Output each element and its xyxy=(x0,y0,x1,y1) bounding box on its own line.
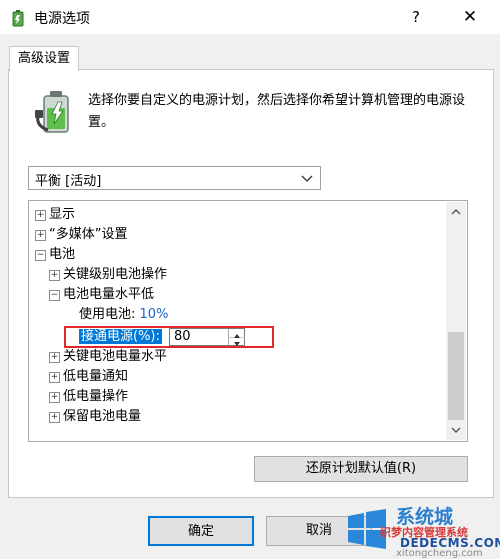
power-plan-value: 平衡 [活动] xyxy=(35,174,102,189)
on-battery-value[interactable]: 10% xyxy=(140,307,169,322)
tree-item-label: “多媒体”设置 xyxy=(49,227,128,242)
tree-item-label: 电池 xyxy=(49,247,76,262)
expand-icon[interactable]: + xyxy=(49,412,60,423)
scroll-up-icon[interactable] xyxy=(446,202,466,222)
tree-scrollbar[interactable] xyxy=(446,202,466,440)
tree-item-display[interactable]: + 显示 xyxy=(35,205,75,225)
tree-item-low-battery-level[interactable]: − 电池电量水平低 xyxy=(49,285,154,305)
scroll-down-icon[interactable] xyxy=(446,420,466,440)
tree-item-low-battery-notification[interactable]: + 低电量通知 xyxy=(49,367,128,387)
expand-icon[interactable]: + xyxy=(35,230,46,241)
tree-item-label: 低电量操作 xyxy=(63,389,129,404)
close-button[interactable]: ✕ xyxy=(456,6,484,28)
power-options-icon xyxy=(8,8,28,28)
tree-item-battery[interactable]: − 电池 xyxy=(35,245,75,265)
window-title: 电源选项 xyxy=(34,11,90,27)
ok-button[interactable]: 确定 xyxy=(148,516,254,546)
expand-icon[interactable]: + xyxy=(49,372,60,383)
collapse-icon[interactable]: − xyxy=(35,250,46,261)
battery-icon xyxy=(34,86,78,136)
tree-item-label: 使用电池: xyxy=(79,307,136,322)
tree-item-label: 保留电池电量 xyxy=(63,409,142,424)
tree-item-label: 低电量通知 xyxy=(63,369,129,384)
tree-item-reserve-battery-level[interactable]: + 保留电池电量 xyxy=(49,407,141,427)
intro-text: 选择你要自定义的电源计划，然后选择你希望计算机管理的电源设置。 xyxy=(88,93,466,130)
expand-icon[interactable]: + xyxy=(49,352,60,363)
tab-advanced-settings[interactable]: 高级设置 xyxy=(9,46,79,71)
title-bar: 电源选项 ? ✕ xyxy=(0,0,500,34)
tree-item-label: 关键电池电量水平 xyxy=(63,349,168,364)
expand-icon[interactable]: + xyxy=(35,210,46,221)
settings-tree: + 显示 + “多媒体”设置 − 电池 + 关键级别电池操作 − 电池电量水平低 使用电池… xyxy=(28,200,468,442)
expand-icon[interactable]: + xyxy=(49,392,60,403)
tree-item-low-battery-action[interactable]: + 低电量操作 xyxy=(49,387,128,407)
expand-icon[interactable]: + xyxy=(49,270,60,281)
tree-item-multimedia[interactable]: + “多媒体”设置 xyxy=(35,225,127,245)
help-button[interactable]: ? xyxy=(404,6,428,28)
scroll-thumb[interactable] xyxy=(448,332,464,420)
tree-item-critical-battery-level[interactable]: + 关键电池电量水平 xyxy=(49,347,167,367)
tree-item-label: 电池电量水平低 xyxy=(63,287,155,302)
tree-item-label: 关键级别电池操作 xyxy=(63,267,168,282)
watermark-url-secondary: xitongcheng.com xyxy=(396,548,483,559)
restore-defaults-button[interactable]: 还原计划默认值(R) xyxy=(254,456,468,482)
tree-item-critical-battery-action[interactable]: + 关键级别电池操作 xyxy=(49,265,167,285)
highlight-annotation xyxy=(64,326,274,348)
power-plan-select[interactable]: 平衡 [活动] xyxy=(28,166,321,190)
chevron-down-icon xyxy=(300,171,314,185)
watermark: 系统城 织梦内容管理系统 DEDECMS.COM xitongcheng.com xyxy=(340,500,500,559)
tree-item-label: 显示 xyxy=(49,207,76,222)
tree-item-on-battery[interactable]: 使用电池: 10% xyxy=(79,305,168,325)
collapse-icon[interactable]: − xyxy=(49,290,60,301)
